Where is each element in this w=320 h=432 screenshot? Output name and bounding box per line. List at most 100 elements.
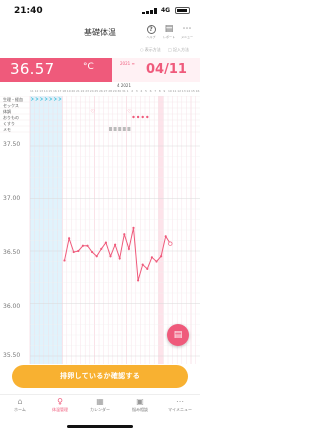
day-header: 4 2021 11 12 13 14 15 16 17 18 19 20 21 22 23 24 25 26 2…: [0, 83, 200, 95]
status-time: 21:40: [14, 6, 43, 16]
temperature-point: [81, 244, 84, 247]
network-label: 4G: [161, 7, 171, 14]
current-temperature-point: [168, 241, 173, 246]
day-number: 17: [57, 89, 62, 93]
day-number: 3: [135, 89, 138, 93]
help-icon: ?: [146, 25, 156, 34]
day-number: 12: [177, 89, 182, 93]
temperature-unit: °C: [83, 62, 94, 72]
temperature-value: 36.57: [10, 60, 55, 78]
day-number: 16: [53, 89, 57, 93]
chart-options-bar: ○ 表示方法 □ 記入方法: [0, 47, 200, 57]
temperature-point: [141, 263, 144, 266]
temperature-point: [123, 233, 126, 236]
row-label-memo: メモ: [3, 127, 11, 132]
temperature-point: [114, 243, 117, 246]
day-number: 31: [122, 89, 126, 93]
help-label: ヘルプ: [146, 35, 156, 39]
temperature-point: [160, 255, 163, 258]
date-year: 2021 ≡: [120, 61, 135, 66]
day-number: 2: [131, 89, 134, 93]
temperature-point: [100, 247, 103, 250]
temperature-point: [127, 247, 130, 250]
tab-calendar-label: カレンダー: [90, 407, 110, 412]
day-number: 15: [191, 89, 195, 93]
temperature-point: [63, 259, 66, 262]
home-icon: ⌂: [17, 397, 23, 406]
day-number: 29: [112, 89, 117, 93]
menu-icon: ⋯: [182, 24, 192, 34]
day-number: 23: [85, 89, 90, 93]
menu-button[interactable]: ⋯ メニュー: [179, 24, 195, 44]
report-label: レポート: [162, 35, 175, 39]
tab-bbt[interactable]: ♀ 体温管理: [40, 397, 80, 413]
notebook-icon: ▤: [173, 330, 183, 340]
menu-label: メニュー: [180, 35, 193, 39]
tab-mypage[interactable]: ⋯ マイメニュー: [160, 397, 200, 413]
y-tick-36-50: 36.50: [3, 249, 21, 256]
day-number: 30: [117, 89, 122, 93]
y-tick-37-50: 37.50: [3, 141, 21, 148]
day-number: 27: [103, 89, 108, 93]
bbt-chart[interactable]: ♡ ♡: [0, 96, 200, 364]
day-number: 7: [154, 89, 157, 93]
calendar-icon: ▦: [96, 397, 104, 406]
app-header: 基礎体温 ? ヘルプ ▤ レポート ⋯ メニュー: [0, 22, 200, 46]
tab-home-label: ホーム: [14, 407, 26, 412]
status-bar: 21:40 4G: [0, 0, 200, 22]
check-ovulation-button[interactable]: 排卵しているか確認する: [12, 365, 188, 388]
day-number: 21: [76, 89, 80, 93]
day-number: 4: [140, 89, 143, 93]
display-method-link[interactable]: ○ 表示方法: [140, 47, 161, 53]
day-number: 5: [145, 89, 147, 93]
home-indicator: [67, 425, 133, 428]
event-rows: 生理・経血 セックス 体調 おりもの くすり メモ: [0, 96, 200, 134]
temperature-point: [132, 226, 135, 229]
y-tick-36-00: 36.00: [3, 303, 21, 310]
day-number: 1: [126, 89, 129, 93]
selected-date[interactable]: 04/11: [146, 62, 187, 77]
temperature-point: [109, 255, 112, 258]
tab-home[interactable]: ⌂ ホーム: [0, 397, 40, 413]
temperature-point: [137, 279, 140, 282]
temperature-bar: 36.57 °C 2021 ≡ 04/11: [0, 58, 200, 82]
day-number: 14: [43, 89, 48, 93]
temperature-point: [164, 235, 167, 238]
temperature-point: [118, 257, 121, 260]
day-number: 10: [168, 89, 172, 93]
day-number: 16: [195, 89, 200, 93]
report-icon: ▤: [164, 24, 174, 34]
day-number: 22: [80, 89, 85, 93]
entry-fab-button[interactable]: ▤: [167, 324, 189, 346]
temperature-point: [104, 241, 107, 244]
temperature-point: [155, 260, 158, 263]
temperature-point: [91, 250, 94, 254]
day-number: 6: [149, 89, 152, 93]
entry-method-link[interactable]: □ 記入方法: [168, 47, 189, 53]
temperature-point: [77, 249, 80, 253]
day-number: 11: [30, 89, 34, 93]
tab-consult[interactable]: ▣ 悩み相談: [120, 397, 160, 413]
day-number: 14: [186, 89, 191, 93]
month-label: 4 2021: [117, 83, 131, 88]
day-number: 9: [163, 89, 166, 93]
report-button[interactable]: ▤ レポート: [161, 24, 177, 44]
day-number: 8: [158, 89, 161, 93]
day-number: 25: [94, 89, 99, 93]
day-number: 12: [34, 89, 39, 93]
tab-bbt-label: 体温管理: [52, 407, 68, 412]
day-number: 26: [99, 89, 103, 93]
consult-icon: ▣: [136, 397, 144, 406]
y-tick-37-00: 37.00: [3, 195, 21, 202]
signal-icon: [142, 8, 158, 14]
tab-mypage-label: マイメニュー: [168, 407, 192, 412]
help-button[interactable]: ? ヘルプ: [143, 24, 159, 44]
day-number: 18: [62, 89, 67, 93]
temperature-point: [86, 244, 89, 247]
day-number: 24: [89, 89, 94, 93]
tab-consult-label: 悩み相談: [132, 407, 148, 412]
tab-calendar[interactable]: ▦ カレンダー: [80, 397, 120, 413]
day-number: 11: [172, 89, 177, 93]
temperature-point: [72, 250, 75, 254]
temperature-point: [146, 267, 149, 270]
